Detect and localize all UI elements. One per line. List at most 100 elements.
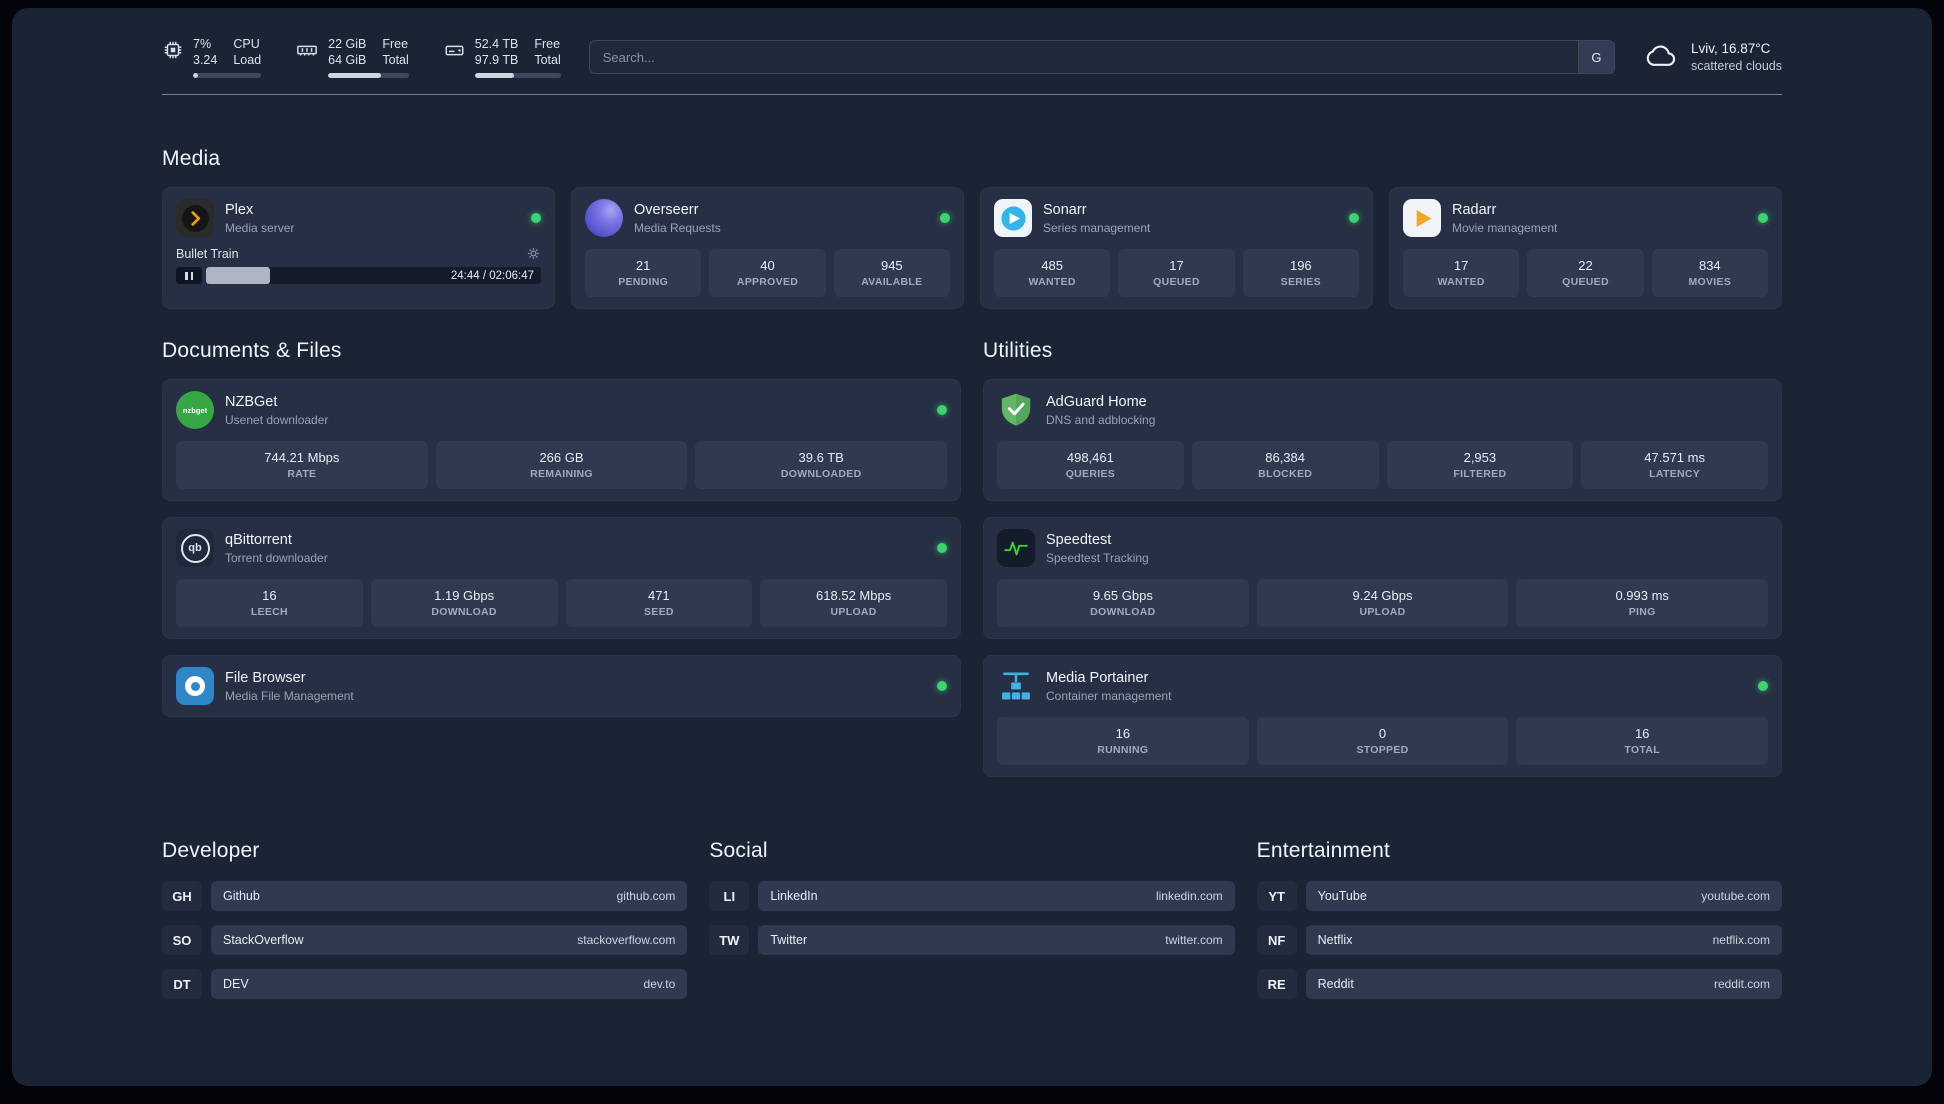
- status-online-dot: [531, 213, 541, 223]
- stat-value: 945: [880, 258, 903, 273]
- bookmark-abbr: SO: [162, 925, 202, 955]
- stat-label: UPLOAD: [830, 606, 877, 618]
- bookmark-abbr: TW: [709, 925, 750, 955]
- stat-value: 266 GB: [539, 450, 584, 465]
- plex-icon: [176, 199, 214, 237]
- status-online-dot: [940, 213, 950, 223]
- bookmark-name: Reddit: [1317, 977, 1354, 991]
- app-card-sonarr[interactable]: Sonarr Series management 485 WANTED 17 Q…: [980, 187, 1373, 309]
- app-subtitle: Media server: [225, 220, 295, 235]
- app-name: Speedtest: [1046, 531, 1112, 548]
- search-input[interactable]: [589, 41, 1578, 73]
- app-card-radarr[interactable]: Radarr Movie management 17 WANTED 22 QUE…: [1389, 187, 1782, 309]
- stat-value: 22: [1578, 258, 1593, 273]
- nzbget-logo-text: nzbget: [182, 405, 208, 415]
- stat-box: 1.19 Gbps DOWNLOAD: [370, 579, 558, 627]
- app-subtitle: Speedtest Tracking: [1046, 550, 1149, 565]
- bookmark-abbr: LI: [709, 881, 750, 911]
- bookmark-github[interactable]: GH Github github.com: [162, 881, 688, 911]
- bookmark-name: LinkedIn: [770, 889, 818, 903]
- ram-icon: [295, 39, 319, 61]
- stat-label: FILTERED: [1453, 468, 1507, 480]
- stat-label: QUERIES: [1065, 468, 1116, 480]
- stat-box: 0 STOPPED: [1256, 717, 1509, 765]
- stat-value: 498,461: [1066, 450, 1114, 465]
- gear-icon[interactable]: [526, 246, 541, 261]
- app-subtitle: Container management: [1046, 688, 1172, 703]
- pause-button[interactable]: [176, 267, 202, 284]
- stat-label: REMAINING: [530, 468, 593, 480]
- stat-label: PING: [1628, 606, 1656, 618]
- bookmark-url: youtube.com: [1701, 889, 1770, 903]
- bookmark-youtube[interactable]: YT YouTube youtube.com: [1256, 881, 1782, 911]
- stat-label: RUNNING: [1097, 744, 1149, 756]
- stat-value: 0.993 ms: [1615, 588, 1669, 603]
- storage-total-value: 97.9 TB: [474, 53, 519, 67]
- bookmark-twitter[interactable]: TW Twitter twitter.com: [709, 925, 1235, 955]
- stat-label: SERIES: [1280, 276, 1321, 288]
- stat-box: 834 MOVIES: [1651, 249, 1768, 297]
- bookmark-netflix[interactable]: NF Netflix netflix.com: [1256, 925, 1782, 955]
- app-card-nzbget[interactable]: nzbget NZBGet Usenet downloader 744.21 M…: [162, 379, 961, 501]
- stat-box: 39.6 TB DOWNLOADED: [695, 441, 948, 489]
- app-card-filebrowser[interactable]: File Browser Media File Management: [162, 655, 961, 717]
- app-card-plex[interactable]: Plex Media server Bullet Train 24:44 / 0…: [162, 187, 555, 309]
- memory-free-value: 22 GiB: [328, 37, 367, 51]
- cpu-metric: 7% 3.24 CPU Load: [162, 36, 262, 78]
- bookmark-name: Twitter: [770, 933, 808, 947]
- stat-box: 47.571 ms LATENCY: [1581, 441, 1768, 489]
- app-name: Radarr: [1452, 201, 1497, 218]
- bookmark-abbr: DT: [162, 969, 202, 999]
- app-card-speedtest[interactable]: Speedtest Speedtest Tracking 9.65 Gbps D…: [983, 517, 1782, 639]
- storage-free-label: Free: [534, 37, 561, 51]
- stat-box: 17 WANTED: [1403, 249, 1520, 297]
- stat-value: 0: [1378, 726, 1387, 741]
- cpu-usage-value: 7%: [193, 37, 212, 51]
- bookmark-dev[interactable]: DT DEV dev.to: [162, 969, 688, 999]
- stat-label: LEECH: [250, 606, 288, 618]
- stat-box: 22 QUEUED: [1527, 249, 1644, 297]
- stat-value: 744.21 Mbps: [264, 450, 340, 465]
- app-card-adguard[interactable]: AdGuard Home DNS and adblocking 498,461 …: [983, 379, 1782, 501]
- stat-value: 485: [1041, 258, 1064, 273]
- status-online-dot: [1758, 213, 1768, 223]
- bookmark-url: netflix.com: [1712, 933, 1770, 947]
- app-card-portainer[interactable]: Media Portainer Container management 16 …: [983, 655, 1782, 777]
- stat-box: 498,461 QUERIES: [997, 441, 1184, 489]
- stat-label: APPROVED: [736, 276, 799, 288]
- stat-label: LATENCY: [1649, 468, 1701, 480]
- bookmark-name: DEV: [223, 977, 249, 991]
- section-title-social: Social: [709, 839, 768, 862]
- app-card-overseerr[interactable]: Overseerr Media Requests 21 PENDING 40 A…: [571, 187, 964, 309]
- app-subtitle: Media Requests: [634, 220, 721, 235]
- app-subtitle: Torrent downloader: [225, 550, 328, 565]
- storage-metric: 52.4 TB 97.9 TB Free Total: [443, 36, 561, 78]
- stat-value: 618.52 Mbps: [816, 588, 892, 603]
- bookmark-linkedin[interactable]: LI LinkedIn linkedin.com: [709, 881, 1235, 911]
- stat-label: DOWNLOADED: [780, 468, 862, 480]
- header-divider: [162, 94, 1782, 95]
- memory-free-label: Free: [382, 37, 409, 51]
- bookmark-url: twitter.com: [1165, 933, 1223, 947]
- memory-progress-bar: [328, 73, 409, 78]
- bookmarks-entertainment: Entertainment YT YouTube youtube.com NF …: [1256, 839, 1782, 999]
- bookmark-url: dev.to: [643, 977, 676, 991]
- stat-box: 2,953 FILTERED: [1386, 441, 1574, 489]
- app-name: AdGuard Home: [1046, 393, 1147, 410]
- search-engine-button[interactable]: G: [1577, 41, 1614, 73]
- stat-box: 266 GB REMAINING: [435, 441, 688, 489]
- bookmark-stackoverflow[interactable]: SO StackOverflow stackoverflow.com: [162, 925, 688, 955]
- hard-drive-icon: [443, 39, 466, 61]
- portainer-crane-icon: [997, 667, 1035, 705]
- app-card-qbittorrent[interactable]: qb qBittorrent Torrent downloader 16 LEE…: [162, 517, 961, 639]
- memory-metric: 22 GiB 64 GiB Free Total: [295, 36, 409, 78]
- now-playing-title: Bullet Train: [176, 246, 239, 261]
- bookmark-reddit[interactable]: RE Reddit reddit.com: [1256, 969, 1782, 999]
- stat-label: UPLOAD: [1359, 606, 1406, 618]
- stat-box: 471 SEED: [565, 579, 753, 627]
- stat-box: 9.24 Gbps UPLOAD: [1256, 579, 1509, 627]
- bookmark-name: Netflix: [1317, 933, 1353, 947]
- overseerr-icon: [585, 199, 623, 237]
- stat-value: 40: [760, 258, 775, 273]
- playback-progress-bar[interactable]: 24:44 / 02:06:47: [206, 267, 541, 284]
